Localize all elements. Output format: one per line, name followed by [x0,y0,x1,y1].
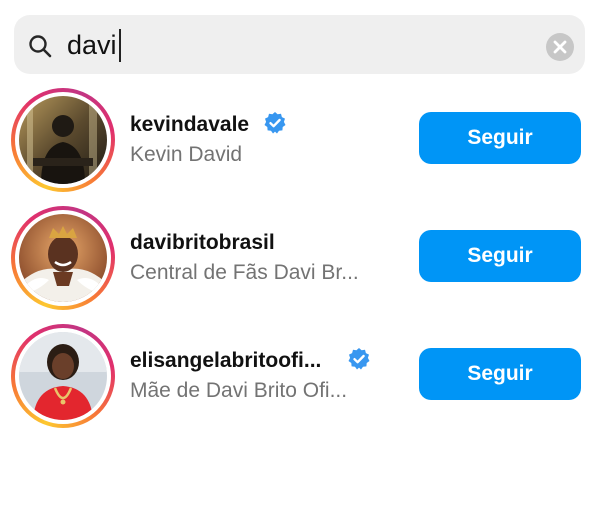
follow-button[interactable]: Seguir [419,230,581,282]
story-ring [11,324,115,428]
search-input[interactable] [67,27,527,63]
search-icon [28,34,52,58]
full-name: Mãe de Davi Brito Ofi... [130,379,348,402]
clear-icon[interactable] [546,33,574,61]
story-ring [11,88,115,192]
verified-badge-icon [263,111,287,135]
search-result-row[interactable]: davibritobrasil Central de Fãs Davi Br..… [0,198,600,316]
verified-badge-icon [347,347,371,371]
search-result-row[interactable]: elisangelabritoofi... Mãe de Davi Brito … [0,316,600,434]
username[interactable]: elisangelabritoofi... [130,349,321,373]
avatar[interactable] [19,96,107,184]
search-result-row[interactable]: kevindavale Kevin David Seguir [0,80,600,198]
avatar[interactable] [19,332,107,420]
follow-button[interactable]: Seguir [419,112,581,164]
story-ring [11,206,115,310]
full-name: Central de Fãs Davi Br... [130,261,359,284]
text-caret [119,29,121,62]
follow-button[interactable]: Seguir [419,348,581,400]
username[interactable]: davibritobrasil [130,231,275,255]
username[interactable]: kevindavale [130,113,249,137]
avatar[interactable] [19,214,107,302]
full-name: Kevin David [130,143,243,166]
